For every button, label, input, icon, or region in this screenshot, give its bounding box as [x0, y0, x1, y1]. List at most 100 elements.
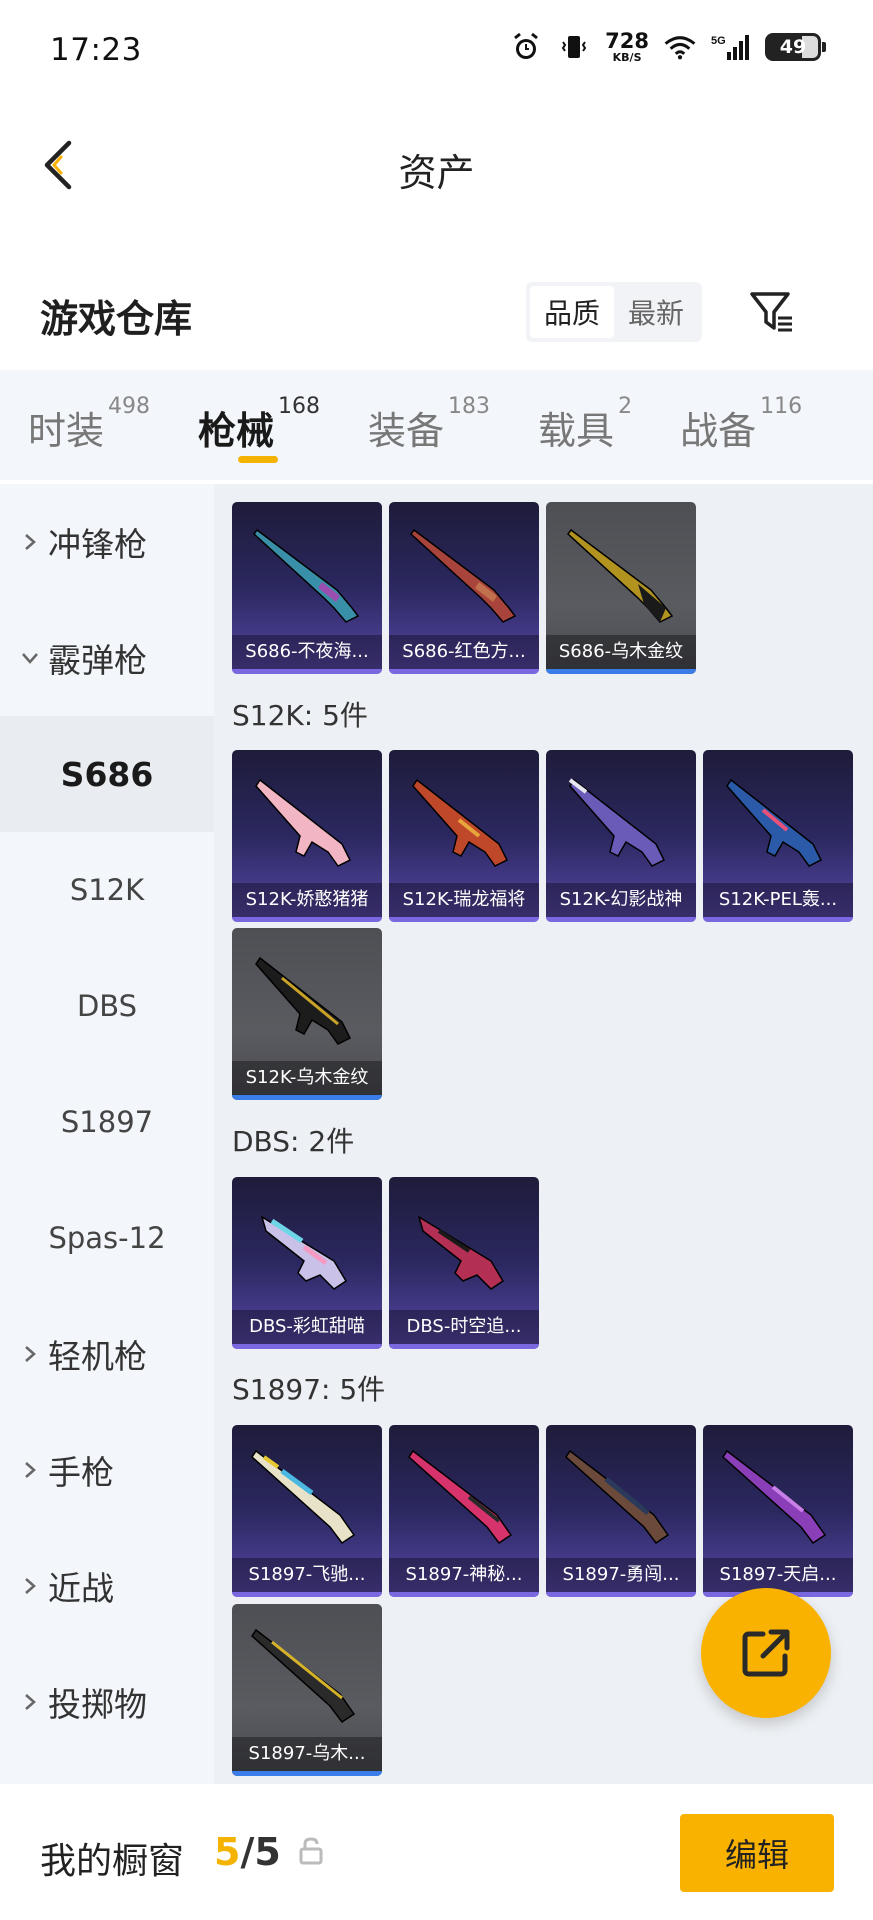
edit-button[interactable]: 编辑 [680, 1814, 834, 1892]
status-bar: 17:23 728 KB/S 5G 49 [0, 0, 873, 100]
tab-count: 2 [618, 394, 633, 419]
chevron-right-icon [20, 532, 40, 552]
card-bottom-bar [389, 1344, 539, 1349]
sort-option-quality[interactable]: 品质 [530, 286, 614, 338]
weapon-card-label: S1897-神秘... [389, 1558, 539, 1592]
network-type: 5G [711, 35, 726, 47]
weapon-card[interactable]: S1897-勇闯... [546, 1425, 696, 1597]
weapon-card[interactable]: S12K-PEL轰... [703, 750, 853, 922]
sidebar-item-label: S1897 [60, 1105, 154, 1139]
sidebar-item-label: Spas-12 [48, 1221, 166, 1255]
sidebar-category-shotgun[interactable]: 霰弹枪 [0, 600, 214, 716]
tab-count: 183 [448, 394, 491, 419]
sidebar-item-label: DBS [76, 989, 138, 1023]
sort-option-latest[interactable]: 最新 [614, 286, 698, 338]
bottom-bar: 我的橱窗 5/5 编辑 [0, 1784, 873, 1920]
weapon-card-label: DBS-时空追... [389, 1310, 539, 1344]
weapon-card-label: S12K-幻影战神 [546, 883, 696, 917]
weapon-card[interactable]: S12K-娇憨猪猪 [232, 750, 382, 922]
weapon-card[interactable]: S12K-瑞龙福将 [389, 750, 539, 922]
pump-shotgun-image [722, 1449, 827, 1545]
section-title: S12K: 5件 [232, 699, 368, 732]
pump-shotgun-image [251, 1628, 356, 1724]
chevron-right-icon [20, 1692, 40, 1712]
share-external-icon [742, 1629, 790, 1677]
chevron-down-icon [20, 648, 40, 668]
tab-weapons[interactable]: 枪械168 [198, 370, 320, 480]
sidebar-item-label: S686 [60, 754, 154, 794]
sidebar-category-label: 轻机枪 [48, 1337, 147, 1376]
weapon-card[interactable]: S686-不夜海... [232, 502, 382, 674]
tab-supplies[interactable]: 战备116 [680, 370, 802, 480]
card-bottom-bar [232, 1344, 382, 1349]
section-title: S1897: 5件 [232, 1373, 386, 1406]
lock-icon [299, 1837, 323, 1865]
card-bottom-bar [703, 917, 853, 922]
weapon-card[interactable]: S1897-乌木... [232, 1604, 382, 1776]
sidebar-category-label: 近战 [48, 1569, 114, 1608]
rifle-image [412, 778, 509, 867]
weapon-card-label: S1897-天启... [703, 1558, 853, 1592]
pump-shotgun-image [251, 1449, 356, 1545]
weapon-card-label: S12K-乌木金纹 [232, 1061, 382, 1095]
vibrate-icon [557, 30, 591, 64]
warehouse-title: 游戏仓库 [40, 297, 193, 341]
wifi-icon [663, 30, 697, 64]
tab-fashion[interactable]: 时装498 [28, 370, 150, 480]
shotgun-image [252, 528, 360, 623]
rifle-image [726, 778, 823, 867]
sidebar-category-smg[interactable]: 冲锋枪 [0, 484, 214, 600]
sidebar-item-spas12[interactable]: Spas-12 [0, 1180, 214, 1296]
net-speed-unit: KB/S [612, 51, 642, 64]
filter-button[interactable] [744, 284, 800, 340]
weapon-card-label: S12K-娇憨猪猪 [232, 883, 382, 917]
pump-shotgun-image [408, 1449, 513, 1545]
sidebar-item-label: S12K [69, 873, 145, 907]
weapon-card-label: S686-乌木金纹 [546, 635, 696, 669]
weapon-card[interactable]: S1897-神秘... [389, 1425, 539, 1597]
net-speed-value: 728 [605, 29, 649, 53]
shotgun-bullpup-image [417, 1215, 505, 1290]
weapon-card[interactable]: S686-红色方... [389, 502, 539, 674]
weapon-card-label: S1897-乌木... [232, 1737, 382, 1771]
weapon-card-label: S12K-瑞龙福将 [389, 883, 539, 917]
card-bottom-bar [389, 917, 539, 922]
share-fab-button[interactable] [701, 1588, 831, 1718]
showcase-count: 5/5 [214, 1830, 281, 1874]
weapon-card[interactable]: S12K-乌木金纹 [232, 928, 382, 1100]
sidebar-item-s686[interactable]: S686 [0, 716, 214, 832]
tab-equipment[interactable]: 装备183 [368, 370, 490, 480]
showcase-separator: / [240, 1830, 255, 1874]
card-bottom-bar [389, 669, 539, 674]
sidebar-category-throwable[interactable]: 投掷物 [0, 1644, 214, 1760]
net-speed: 728 KB/S [605, 29, 649, 64]
weapon-card[interactable]: S12K-幻影战神 [546, 750, 696, 922]
weapon-card[interactable]: S1897-天启... [703, 1425, 853, 1597]
sidebar-category-pistol[interactable]: 手枪 [0, 1412, 214, 1528]
shotgun-image [409, 528, 517, 623]
tab-label: 枪械 [198, 409, 275, 453]
showcase-current: 5 [214, 1830, 241, 1874]
shotgun-image [566, 528, 674, 623]
tab-count: 168 [278, 394, 321, 419]
sidebar-item-s1897[interactable]: S1897 [0, 1064, 214, 1180]
weapon-card[interactable]: DBS-时空追... [389, 1177, 539, 1349]
sidebar-item-dbs[interactable]: DBS [0, 948, 214, 1064]
pump-shotgun-image [565, 1449, 670, 1545]
weapon-card[interactable]: S686-乌木金纹 [546, 502, 696, 674]
showcase-label: 我的橱窗 [40, 1841, 185, 1882]
weapon-card[interactable]: DBS-彩虹甜喵 [232, 1177, 382, 1349]
sidebar-category-melee[interactable]: 近战 [0, 1528, 214, 1644]
tab-label: 战备 [680, 409, 757, 453]
weapon-card-label: S686-红色方... [389, 635, 539, 669]
sidebar-item-s12k[interactable]: S12K [0, 832, 214, 948]
sidebar-category-lmg[interactable]: 轻机枪 [0, 1296, 214, 1412]
weapon-card[interactable]: S1897-飞驰... [232, 1425, 382, 1597]
battery-level: 49 [779, 36, 807, 58]
section-title: DBS: 2件 [232, 1125, 355, 1158]
tab-vehicles[interactable]: 载具2 [538, 370, 632, 480]
tab-count: 116 [760, 394, 803, 419]
rifle-image [255, 956, 352, 1045]
shotgun-bullpup-image [260, 1215, 348, 1290]
chevron-right-icon [20, 1344, 40, 1364]
